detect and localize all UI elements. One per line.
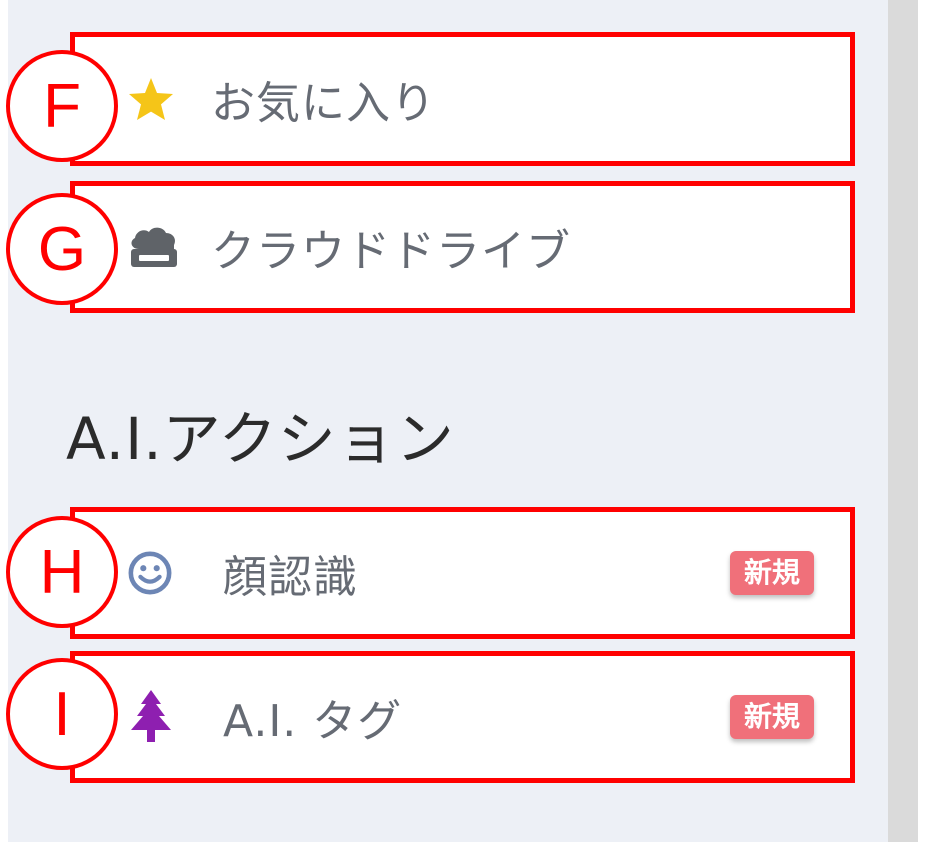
sidebar-item-face-recognition[interactable]: 顔認識 新規 [70, 507, 855, 639]
new-badge: 新規 [729, 695, 814, 739]
sidebar-item-label: クラウドドライブ [211, 226, 571, 277]
scrollbar-edge [918, 0, 925, 842]
sidebar-item-cloud-drive[interactable]: クラウドドライブ [70, 181, 855, 313]
sidebar-item-favorites[interactable]: お気に入り [70, 32, 855, 166]
sidebar-item-label: A.I. タグ [223, 696, 403, 747]
annotation-marker-g: G [6, 193, 118, 305]
new-badge: 新規 [729, 551, 814, 595]
sidebar-item-ai-tag[interactable]: A.I. タグ 新規 [70, 651, 855, 783]
annotation-marker-h: H [6, 516, 118, 628]
smiley-face-icon [127, 550, 173, 596]
sidebar-item-label: 顔認識 [223, 552, 358, 603]
annotation-marker-f: F [6, 50, 118, 162]
tree-icon [127, 690, 175, 744]
star-icon [127, 76, 175, 122]
annotation-marker-i: I [6, 658, 118, 770]
sidebar-item-label: お気に入り [211, 78, 436, 129]
section-title: A.I.アクション [66, 405, 455, 473]
cloud-drive-icon [127, 225, 181, 269]
scrollbar[interactable] [888, 0, 918, 842]
